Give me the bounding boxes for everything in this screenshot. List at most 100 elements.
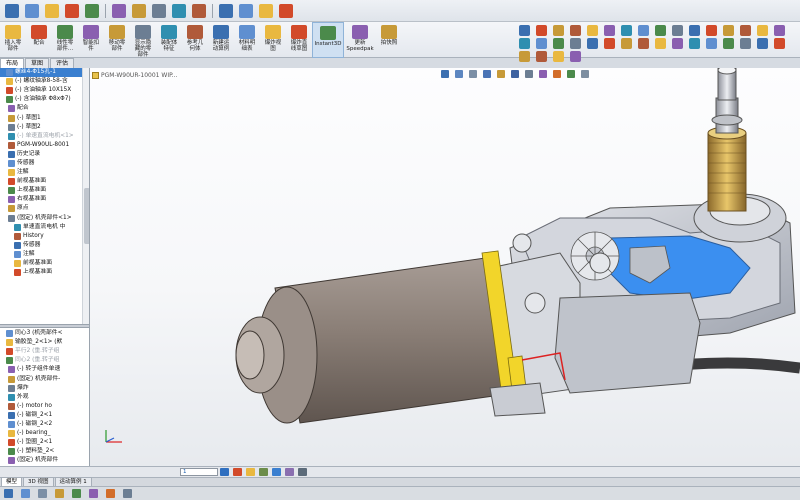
tool-icon[interactable] (553, 51, 564, 62)
tree-item[interactable]: (-) 塑料垫_2< (0, 447, 89, 456)
move-component-button[interactable]: 移动零 部件 (104, 22, 130, 58)
tool-icon[interactable] (706, 25, 717, 36)
tree-item[interactable]: (-) 含油轴承 Φ8xΦ7) (0, 95, 89, 104)
tool-icon[interactable] (740, 25, 751, 36)
new-icon[interactable] (5, 3, 19, 18)
tool-icon[interactable] (723, 38, 734, 49)
spring-icon[interactable] (89, 489, 98, 498)
tool-icon[interactable] (638, 25, 649, 36)
gravity-icon[interactable] (123, 489, 132, 498)
tool-icon[interactable] (689, 38, 700, 49)
tool-icon[interactable] (536, 51, 547, 62)
view-settings-icon[interactable] (259, 3, 273, 18)
tree-item[interactable]: (-) motor ho (0, 402, 89, 411)
undo-icon[interactable] (85, 3, 99, 18)
tool-icon[interactable] (587, 25, 598, 36)
insert-component-button[interactable]: 插入零 部件 (0, 22, 26, 58)
record-icon[interactable] (233, 468, 242, 476)
tree-item[interactable]: (-) 磁钢_2<2 (0, 420, 89, 429)
tree-scrollbar[interactable] (82, 68, 89, 324)
tree-item[interactable]: 上视基准面 (0, 268, 89, 277)
tab-sketch[interactable]: 草图 (25, 58, 50, 68)
motion-study-button[interactable]: 新建运 动算例 (208, 22, 234, 58)
instant3d-button[interactable]: Instant3D (312, 22, 344, 58)
reference-geometry-button[interactable]: 参考几 何体 (182, 22, 208, 58)
rebuild-icon[interactable] (132, 3, 146, 18)
help-icon[interactable] (279, 3, 293, 18)
show-hidden-button[interactable]: 显示隐 藏的零 部件 (130, 22, 156, 58)
status-field[interactable]: 1 (180, 468, 218, 476)
settings-icon[interactable] (285, 468, 294, 476)
save-icon[interactable] (45, 3, 59, 18)
tool-icon[interactable] (672, 38, 683, 49)
tool-icon[interactable] (604, 38, 615, 49)
tree-item[interactable]: (-) 磁钢_2<1 (0, 411, 89, 420)
tree-item[interactable]: (-) 草图1 (0, 113, 89, 122)
tool-icon[interactable] (774, 25, 785, 36)
tree-item[interactable]: (固定) 机壳部件- (0, 374, 89, 383)
tree-item[interactable]: (-) 含油轴承 10X15X (0, 86, 89, 95)
tree-item[interactable]: PGM-W90UL-8001 (0, 141, 89, 150)
tree-item[interactable]: 同心2 (重.转子组 (0, 356, 89, 365)
open-icon[interactable] (25, 3, 39, 18)
select-icon[interactable] (112, 3, 126, 18)
tree-item[interactable]: 右视基准面 (0, 195, 89, 204)
stop-icon[interactable] (38, 489, 47, 498)
tree-item[interactable]: 注解 (0, 168, 89, 177)
appearance-icon[interactable] (246, 468, 255, 476)
tool-icon[interactable] (536, 25, 547, 36)
tree-item[interactable]: 前视基准面 (0, 177, 89, 186)
contact-icon[interactable] (106, 489, 115, 498)
cad-model-render[interactable] (90, 68, 800, 466)
smart-fastener-button[interactable]: 智能扣 件 (78, 22, 104, 58)
snapshot-button[interactable]: 拍快照 (376, 22, 402, 58)
tool-icon[interactable] (587, 38, 598, 49)
tool-icon[interactable] (655, 38, 666, 49)
scene-icon[interactable] (259, 468, 268, 476)
play-from-start-icon[interactable] (21, 489, 30, 498)
tree-item[interactable]: (-) 转子组件单速 (0, 365, 89, 374)
tool-icon[interactable] (519, 25, 530, 36)
section-view-icon[interactable] (219, 3, 233, 18)
graphics-viewport[interactable]: PGM-W90UR-10001 WIP... (90, 68, 800, 466)
tool-icon[interactable] (604, 25, 615, 36)
assembly-feature-button[interactable]: 装配体 特征 (156, 22, 182, 58)
tree-item[interactable]: 历史记录 (0, 150, 89, 159)
zoom-icon[interactable] (192, 3, 206, 18)
tool-icon[interactable] (621, 25, 632, 36)
tree-item[interactable]: 单速直流电机 中 (0, 223, 89, 232)
tool-icon[interactable] (706, 38, 717, 49)
tree-item[interactable]: History (0, 232, 89, 241)
tool-icon[interactable] (519, 51, 530, 62)
tool-icon[interactable] (723, 25, 734, 36)
linear-pattern-button[interactable]: 线性零 部件... (52, 22, 78, 58)
tool-icon[interactable] (689, 25, 700, 36)
display-style-icon[interactable] (239, 3, 253, 18)
tree-item[interactable]: 平行2 (重.转子组 (0, 347, 89, 356)
tool-icon[interactable] (570, 51, 581, 62)
tree-item[interactable]: 螺丝4-Φ15孔-1 (0, 68, 89, 78)
tree-item[interactable]: (固定) 机壳部件 (0, 456, 89, 465)
tool-icon[interactable] (553, 38, 564, 49)
bom-button[interactable]: 材料明 细表 (234, 22, 260, 58)
exploded-view-button[interactable]: 爆炸视 图 (260, 22, 286, 58)
tree-item[interactable]: 配合 (0, 104, 89, 113)
tool-icon[interactable] (740, 38, 751, 49)
tool-icon[interactable] (638, 38, 649, 49)
search-icon[interactable] (172, 3, 186, 18)
tree-item[interactable]: 原点 (0, 204, 89, 213)
tool-icon[interactable] (621, 38, 632, 49)
tree-pane-splitter[interactable] (0, 324, 89, 328)
tree-item[interactable]: 输胶垫_2<1> (默 (0, 338, 89, 347)
tree-item[interactable]: 外观 (0, 393, 89, 402)
tool-icon[interactable] (672, 25, 683, 36)
tree-item[interactable]: 前视基准面 (0, 259, 89, 268)
tool-icon[interactable] (570, 25, 581, 36)
tool-icon[interactable] (519, 38, 530, 49)
tool-icon[interactable] (757, 38, 768, 49)
tree-item[interactable]: 爆炸 (0, 384, 89, 393)
tree-item[interactable]: 传感器 (0, 241, 89, 250)
tree-item[interactable]: 传感器 (0, 159, 89, 168)
mate-button[interactable]: 配合 (26, 22, 52, 58)
tree-item[interactable]: 注解 (0, 250, 89, 259)
